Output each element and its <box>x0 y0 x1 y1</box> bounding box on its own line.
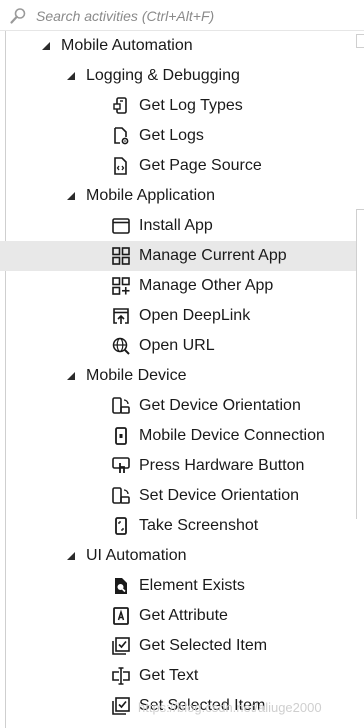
activity-label: Set Device Orientation <box>139 487 300 504</box>
activity-get-device-orientation[interactable]: Get Device Orientation <box>0 391 356 421</box>
activity-mobile-device-connection[interactable]: Mobile Device Connection <box>0 421 356 451</box>
tree-node-ui-automation[interactable]: UI Automation <box>0 541 356 571</box>
tree-node-mobile-device[interactable]: Mobile Device <box>0 361 356 391</box>
activity-label: Take Screenshot <box>139 517 259 534</box>
checkbox-check-icon <box>111 636 131 656</box>
activity-get-attribute[interactable]: Get Attribute <box>0 601 356 631</box>
activity-label: Open DeepLink <box>139 307 251 324</box>
page-source-icon <box>111 156 131 176</box>
activity-open-url[interactable]: Open URL <box>0 331 356 361</box>
expand-triangle-icon[interactable] <box>66 551 76 561</box>
activity-manage-other-app[interactable]: Manage Other App <box>0 271 356 301</box>
activity-get-selected-item[interactable]: Get Selected Item <box>0 631 356 661</box>
tree-node-mobile-application[interactable]: Mobile Application <box>0 181 356 211</box>
activity-label: Press Hardware Button <box>139 457 305 474</box>
watermark: https://blog.csdn.net/aliuge2000 <box>138 700 322 715</box>
tree-node-label: Mobile Application <box>86 187 215 204</box>
activity-tree: Mobile Automation Logging & Debugging Ge… <box>0 31 364 728</box>
vertical-scrollbar[interactable] <box>356 209 364 519</box>
tree-node-logging-debugging[interactable]: Logging & Debugging <box>0 61 356 91</box>
activity-label: Get Page Source <box>139 157 262 174</box>
log-types-icon <box>111 96 131 116</box>
activity-label: Install App <box>139 217 213 234</box>
activity-label: Get Log Types <box>139 97 243 114</box>
activity-label: Manage Other App <box>139 277 274 294</box>
element-exists-icon <box>111 576 131 596</box>
tree-node-label: Logging & Debugging <box>86 67 240 84</box>
activity-label: Get Attribute <box>139 607 228 624</box>
app-grid-icon <box>111 246 131 266</box>
expand-triangle-icon[interactable] <box>66 71 76 81</box>
search-input[interactable] <box>36 5 346 27</box>
logs-file-gear-icon <box>111 126 131 146</box>
activity-get-log-types[interactable]: Get Log Types <box>0 91 356 121</box>
tree-node-mobile-automation[interactable]: Mobile Automation <box>0 31 356 61</box>
open-deeplink-icon <box>111 306 131 326</box>
activity-take-screenshot[interactable]: Take Screenshot <box>0 511 356 541</box>
device-orientation-icon <box>111 486 131 506</box>
activity-label: Get Logs <box>139 127 204 144</box>
activity-label: Get Text <box>139 667 199 684</box>
activity-label: Mobile Device Connection <box>139 427 325 444</box>
tree-node-label: Mobile Automation <box>61 37 193 54</box>
activity-get-logs[interactable]: Get Logs <box>0 121 356 151</box>
activity-label: Manage Current App <box>139 247 287 264</box>
device-orientation-icon <box>111 396 131 416</box>
hardware-button-press-icon <box>111 456 131 476</box>
activity-open-deeplink[interactable]: Open DeepLink <box>0 301 356 331</box>
activity-install-app[interactable]: Install App <box>0 211 356 241</box>
install-app-window-icon <box>111 216 131 236</box>
activity-get-text[interactable]: Get Text <box>0 661 356 691</box>
globe-search-icon <box>111 336 131 356</box>
panel-corner <box>356 34 364 48</box>
activity-label: Get Selected Item <box>139 637 268 654</box>
tree-node-label: UI Automation <box>86 547 187 564</box>
expand-triangle-icon[interactable] <box>66 191 76 201</box>
expand-triangle-icon[interactable] <box>66 371 76 381</box>
activity-set-device-orientation[interactable]: Set Device Orientation <box>0 481 356 511</box>
activity-press-hardware-button[interactable]: Press Hardware Button <box>0 451 356 481</box>
activity-label: Open URL <box>139 337 215 354</box>
attribute-icon <box>111 606 131 626</box>
activity-element-exists[interactable]: Element Exists <box>0 571 356 601</box>
screenshot-phone-icon <box>111 516 131 536</box>
checkbox-check-icon <box>111 696 131 716</box>
app-grid-plus-icon <box>111 276 131 296</box>
activity-label: Get Device Orientation <box>139 397 301 414</box>
activity-manage-current-app[interactable]: Manage Current App <box>0 241 356 271</box>
search-bar <box>0 0 364 31</box>
tree-node-label: Mobile Device <box>86 367 187 384</box>
activity-get-page-source[interactable]: Get Page Source <box>0 151 356 181</box>
mobile-phone-icon <box>111 426 131 446</box>
search-icon[interactable] <box>9 7 27 25</box>
expand-triangle-icon[interactable] <box>41 41 51 51</box>
text-cursor-icon <box>111 666 131 686</box>
activity-label: Element Exists <box>139 577 245 594</box>
